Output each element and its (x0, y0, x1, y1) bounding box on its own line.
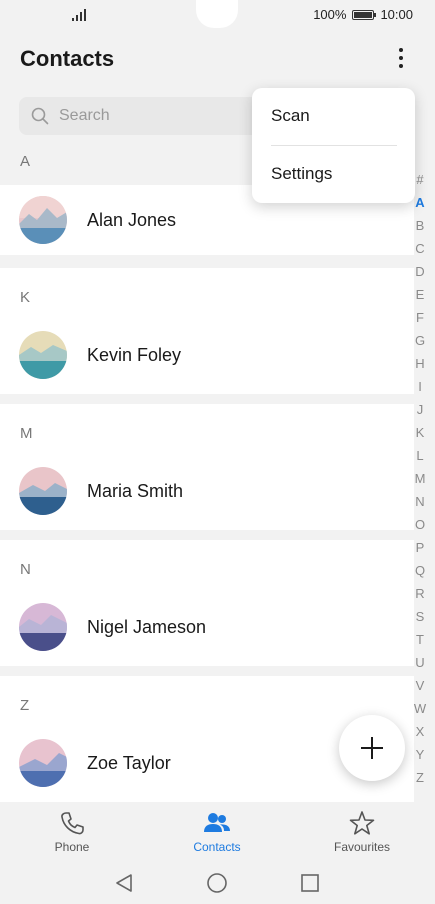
index-letter[interactable]: O (415, 513, 425, 536)
contact-group-k: K Kevin Foley (0, 268, 414, 394)
index-letter[interactable]: Z (416, 766, 424, 789)
contacts-icon (204, 813, 230, 832)
index-letter[interactable]: M (415, 467, 426, 490)
back-icon[interactable] (113, 872, 135, 894)
index-letter[interactable]: S (416, 605, 425, 628)
menu-divider (271, 145, 397, 146)
camera-notch (196, 0, 238, 28)
index-letter[interactable]: N (415, 490, 424, 513)
avatar (19, 331, 67, 379)
contact-group-m: M Maria Smith (0, 404, 414, 530)
avatar (19, 739, 67, 787)
avatar (19, 467, 67, 515)
group-letter: M (20, 425, 33, 442)
search-bar[interactable] (19, 97, 269, 135)
clock: 10:00 (380, 7, 413, 22)
nav-label: Favourites (333, 840, 391, 854)
search-input[interactable] (57, 106, 241, 126)
index-letter[interactable]: L (416, 444, 423, 467)
index-letter[interactable]: E (416, 283, 425, 306)
index-letter[interactable]: V (416, 674, 425, 697)
plus-icon (361, 737, 383, 759)
index-letter[interactable]: T (416, 628, 424, 651)
index-letter[interactable]: J (417, 398, 424, 421)
index-letter[interactable]: Q (415, 559, 425, 582)
signal-icon (72, 9, 88, 21)
phone-icon (61, 812, 84, 835)
group-letter: Z (20, 697, 30, 714)
index-letter[interactable]: G (415, 329, 425, 352)
nav-label: Phone (54, 840, 90, 854)
contact-row-nigel-jameson[interactable]: Nigel Jameson (0, 592, 414, 662)
recents-icon[interactable] (299, 872, 321, 894)
index-letter[interactable]: W (414, 697, 426, 720)
group-letter: K (20, 289, 31, 306)
home-icon[interactable] (206, 872, 228, 894)
contact-name: Maria Smith (87, 480, 184, 501)
page-title: Contacts (20, 46, 115, 71)
nav-contacts[interactable]: Contacts (157, 810, 277, 854)
more-options-button[interactable] (390, 44, 412, 72)
menu-item-scan[interactable]: Scan (271, 106, 310, 126)
bottom-navigation: Phone Contacts Favourites (0, 802, 435, 864)
nav-phone[interactable]: Phone (12, 810, 132, 854)
contact-row-maria-smith[interactable]: Maria Smith (0, 456, 414, 526)
status-bar: 100% 10:00 (0, 0, 435, 30)
overflow-menu: Scan Settings (252, 88, 415, 203)
index-letter[interactable]: A (415, 191, 424, 214)
index-letter[interactable]: I (418, 375, 422, 398)
battery-icon (352, 9, 377, 20)
contact-group-n: N Nigel Jameson (0, 540, 414, 666)
group-letter: N (20, 561, 31, 578)
more-vertical-icon (399, 48, 403, 52)
add-contact-button[interactable] (339, 715, 405, 781)
app-header: Contacts (0, 30, 435, 86)
index-letter[interactable]: U (415, 651, 424, 674)
index-letter[interactable]: Y (416, 743, 425, 766)
index-letter[interactable]: D (415, 260, 424, 283)
avatar (19, 603, 67, 651)
index-letter[interactable]: R (415, 582, 424, 605)
contact-name: Alan Jones (87, 209, 177, 230)
contact-name: Nigel Jameson (87, 616, 207, 637)
nav-favourites[interactable]: Favourites (302, 810, 422, 854)
contact-row-kevin-foley[interactable]: Kevin Foley (0, 320, 414, 390)
menu-item-settings[interactable]: Settings (271, 164, 332, 184)
contact-name: Zoe Taylor (87, 752, 171, 773)
nav-label: Contacts (193, 840, 241, 854)
index-letter[interactable]: X (416, 720, 425, 743)
system-navigation (0, 864, 435, 904)
index-letter[interactable]: C (415, 237, 424, 260)
index-letter[interactable]: P (416, 536, 425, 559)
contact-name: Kevin Foley (87, 344, 182, 365)
index-letter[interactable]: B (416, 214, 425, 237)
group-letter: A (20, 153, 31, 170)
index-letter[interactable]: # (416, 168, 423, 191)
index-letter[interactable]: F (416, 306, 424, 329)
alphabet-index[interactable]: # A B C D E F G H I J K L M N O P Q R S T U V W X Y Z (410, 168, 430, 789)
star-icon (349, 811, 375, 835)
search-icon (31, 107, 49, 125)
status-right: 100% 10:00 (313, 7, 413, 22)
avatar (19, 196, 67, 244)
battery-percent: 100% (313, 7, 347, 22)
index-letter[interactable]: H (415, 352, 424, 375)
index-letter[interactable]: K (416, 421, 425, 444)
